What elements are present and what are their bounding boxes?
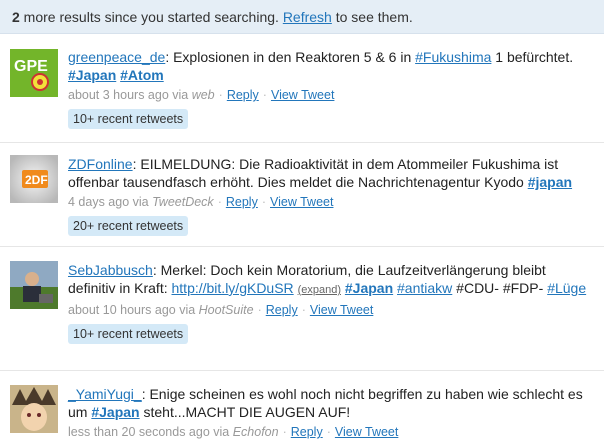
- tweet-body: _YamiYugi_: Enige scheinen es wohl noch …: [68, 385, 596, 441]
- view-tweet-link[interactable]: View Tweet: [270, 195, 333, 209]
- view-tweet-link[interactable]: View Tweet: [335, 425, 398, 439]
- banner-text: more results since you started searching…: [19, 9, 283, 25]
- hashtag-link[interactable]: #japan: [528, 174, 572, 190]
- view-tweet-link[interactable]: View Tweet: [271, 88, 334, 102]
- new-results-banner: 2 more results since you started searchi…: [0, 0, 604, 34]
- tweet-text: _YamiYugi_: Enige scheinen es wohl noch …: [68, 386, 583, 420]
- view-tweet-link[interactable]: View Tweet: [310, 303, 373, 317]
- recent-retweets-badge[interactable]: 10+ recent retweets: [68, 109, 189, 129]
- tweet-author-link[interactable]: ZDFonline: [68, 156, 133, 172]
- tweet-source: web: [191, 88, 215, 102]
- tweet-item: SebJabbusch: Merkel: Doch kein Moratoriu…: [0, 247, 604, 371]
- tweet-meta: about 3 hours ago via web · Reply · View Twe…: [68, 88, 335, 102]
- svg-text:2DF: 2DF: [25, 173, 48, 187]
- tweet-text: SebJabbusch: Merkel: Doch kein Moratoriu…: [68, 262, 587, 296]
- avatar[interactable]: [10, 385, 58, 433]
- tweet-timestamp: less than 20 seconds ago via: [68, 425, 233, 439]
- hashtag-link[interactable]: #Fukushima: [415, 49, 491, 65]
- reply-link[interactable]: Reply: [227, 88, 259, 102]
- tweet-timestamp: 4 days ago via: [68, 195, 153, 209]
- hashtag-link[interactable]: #antiakw: [397, 280, 452, 296]
- expand-link[interactable]: (expand): [298, 284, 341, 296]
- reply-link[interactable]: Reply: [266, 303, 298, 317]
- hashtag-link[interactable]: #Atom: [120, 67, 164, 83]
- tweet-text: greenpeace_de: Explosionen in den Reakto…: [68, 49, 574, 83]
- avatar[interactable]: GPE: [10, 49, 58, 97]
- avatar[interactable]: 2DF: [10, 155, 58, 203]
- greenpeace-logo-icon: GPE: [10, 49, 58, 97]
- user-photo-icon: [10, 261, 58, 309]
- tweet-body: SebJabbusch: Merkel: Doch kein Moratoriu…: [68, 261, 596, 344]
- tweet-timestamp: about 3 hours ago via: [68, 88, 192, 102]
- tweet-author-link[interactable]: _YamiYugi_: [68, 386, 142, 402]
- tweet-meta: less than 20 seconds ago via Echofon · Rep…: [68, 425, 399, 439]
- hashtag-link[interactable]: #Japan: [345, 280, 393, 296]
- hashtag-link[interactable]: #Japan: [91, 404, 139, 420]
- tweet-item: 2DF ZDFonline: EILMELDUNG: Die Radioakti…: [0, 143, 604, 247]
- tweet-source: HootSuite: [198, 303, 254, 317]
- tweet-source: TweetDeck: [152, 195, 214, 209]
- banner-tail: to see them.: [331, 9, 413, 25]
- tweet-timestamp: about 10 hours ago via: [68, 303, 199, 317]
- tweet-item: GPE greenpeace_de: Explosionen in den Re…: [0, 35, 604, 143]
- tweet-text: ZDFonline: EILMELDUNG: Die Radioaktivitä…: [68, 156, 573, 190]
- reply-link[interactable]: Reply: [291, 425, 323, 439]
- hashtag-link[interactable]: #Lüge: [547, 280, 586, 296]
- svg-text:GPE: GPE: [14, 58, 48, 75]
- anime-avatar-icon: [10, 385, 58, 433]
- zdf-logo-icon: 2DF: [10, 155, 58, 203]
- tweet-body: greenpeace_de: Explosionen in den Reakto…: [68, 48, 596, 129]
- tweet-meta: 4 days ago via TweetDeck · Reply · View Twee…: [68, 195, 334, 209]
- tweet-body: ZDFonline: EILMELDUNG: Die Radioaktivitä…: [68, 155, 596, 236]
- avatar[interactable]: [10, 261, 58, 309]
- recent-retweets-badge[interactable]: 20+ recent retweets: [68, 216, 189, 236]
- hashtag-link[interactable]: #Japan: [68, 67, 116, 83]
- reply-link[interactable]: Reply: [226, 195, 258, 209]
- recent-retweets-badge[interactable]: 10+ recent retweets: [68, 324, 189, 344]
- tweet-author-link[interactable]: greenpeace_de: [68, 49, 165, 65]
- tweet-meta: about 10 hours ago via HootSuite · Reply · V…: [68, 303, 374, 317]
- tweet-item: _YamiYugi_: Enige scheinen es wohl noch …: [0, 371, 604, 448]
- tweet-author-link[interactable]: SebJabbusch: [68, 262, 153, 278]
- new-results-count: 2: [12, 9, 20, 25]
- tweet-source: Echofon: [232, 425, 279, 439]
- tweet-url-link[interactable]: http://bit.ly/gKDuSR: [172, 280, 294, 296]
- refresh-link[interactable]: Refresh: [283, 9, 332, 25]
